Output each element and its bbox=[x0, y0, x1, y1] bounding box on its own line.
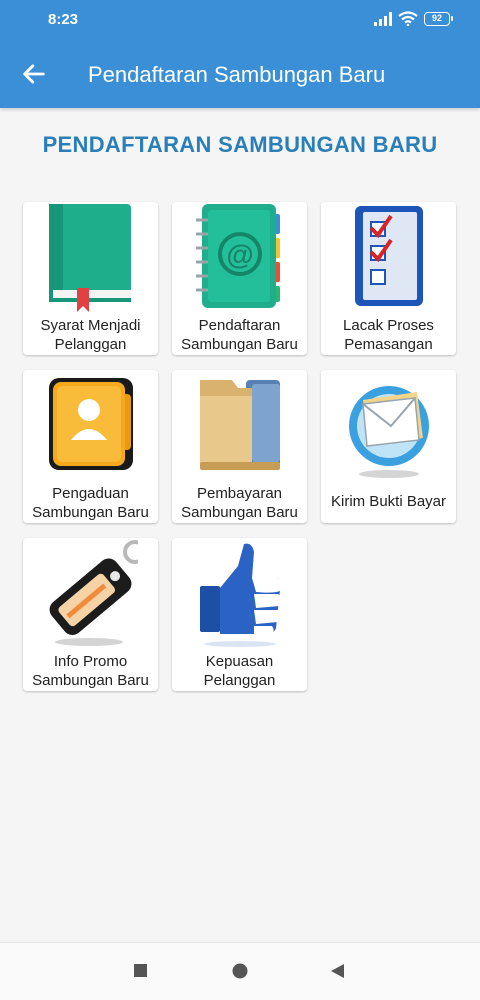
home-icon[interactable] bbox=[232, 963, 248, 979]
arrow-left-icon[interactable] bbox=[20, 60, 48, 88]
menu-item-kirim-bukti[interactable]: Kirim Bukti Bayar bbox=[321, 370, 456, 523]
checklist-icon bbox=[355, 206, 423, 306]
menu-item-info-promo[interactable]: Info Promo Sambungan Baru bbox=[23, 538, 158, 691]
wifi-icon bbox=[398, 11, 418, 26]
status-icons: 92 bbox=[374, 11, 453, 26]
menu-item-label: Info Promo Sambungan Baru bbox=[32, 653, 149, 689]
menu-grid: Syarat Menjadi Pelanggan @ Pendaftaran S… bbox=[23, 202, 457, 692]
mail-globe-icon bbox=[349, 386, 429, 478]
status-time: 8:23 bbox=[48, 11, 79, 28]
menu-item-label: Kepuasan Pelanggan bbox=[203, 653, 276, 689]
address-book-icon: @ bbox=[196, 204, 280, 308]
menu-item-pengaduan[interactable]: Pengaduan Sambungan Baru bbox=[23, 370, 158, 523]
page-title: PENDAFTARAN SAMBUNGAN BARU bbox=[42, 132, 438, 157]
green-book-icon bbox=[49, 204, 131, 312]
menu-item-label: Lacak Proses Pemasangan bbox=[343, 317, 434, 353]
menu-item-pembayaran[interactable]: Pembayaran Sambungan Baru bbox=[172, 370, 307, 523]
menu-item-syarat[interactable]: Syarat Menjadi Pelanggan bbox=[23, 202, 158, 355]
battery-icon: 92 bbox=[424, 11, 453, 26]
contact-folder-icon bbox=[49, 378, 133, 470]
system-nav-bar bbox=[0, 942, 480, 1000]
recent-apps-icon[interactable] bbox=[133, 963, 148, 978]
app-title: Pendaftaran Sambungan Baru bbox=[88, 62, 386, 87]
menu-item-label: Pendaftaran Sambungan Baru bbox=[181, 317, 298, 353]
price-tag-icon bbox=[49, 540, 138, 646]
menu-item-label: Syarat Menjadi Pelanggan bbox=[40, 317, 141, 353]
menu-item-lacak[interactable]: Lacak Proses Pemasangan bbox=[321, 202, 456, 355]
menu-item-pendaftaran[interactable]: @ Pendaftaran Sambungan Baru bbox=[172, 202, 307, 355]
menu-item-label: Kirim Bukti Bayar bbox=[330, 492, 447, 510]
menu-item-label: Pengaduan Sambungan Baru bbox=[32, 485, 149, 521]
back-triangle-icon[interactable] bbox=[330, 963, 345, 979]
status-bar: 8:23 92 bbox=[0, 0, 480, 40]
file-folder-icon bbox=[200, 380, 280, 470]
menu-item-kepuasan[interactable]: Kepuasan Pelanggan bbox=[172, 538, 307, 691]
app-bar: Pendaftaran Sambungan Baru bbox=[0, 40, 480, 108]
menu-item-label: Pembayaran Sambungan Baru bbox=[181, 485, 298, 521]
thumbs-up-icon bbox=[200, 543, 283, 647]
svg-text:@: @ bbox=[226, 239, 253, 270]
signal-icon bbox=[374, 11, 392, 26]
